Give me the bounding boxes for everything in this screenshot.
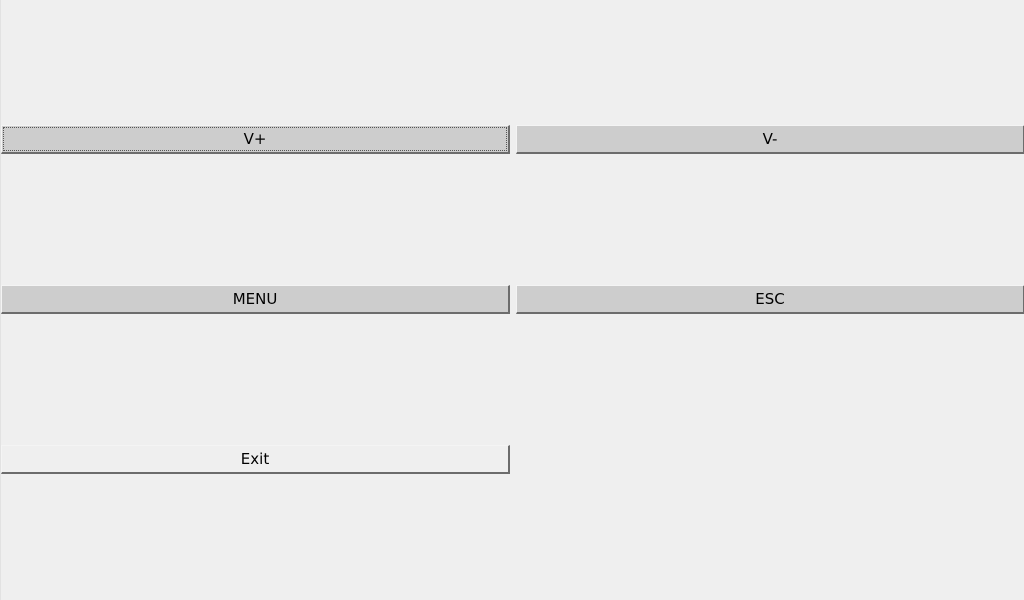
menu-label: MENU [232,290,278,308]
volume-up-button[interactable]: V+ [1,125,510,154]
escape-button[interactable]: ESC [516,285,1024,314]
escape-label: ESC [755,290,785,308]
remote-control-window: V+ V- MENU ESC Exit [0,0,1024,600]
exit-label: Exit [240,450,270,468]
volume-down-label: V- [762,130,778,148]
volume-up-label: V+ [243,130,267,148]
exit-button[interactable]: Exit [1,445,510,474]
menu-button[interactable]: MENU [1,285,510,314]
volume-down-button[interactable]: V- [516,125,1024,154]
